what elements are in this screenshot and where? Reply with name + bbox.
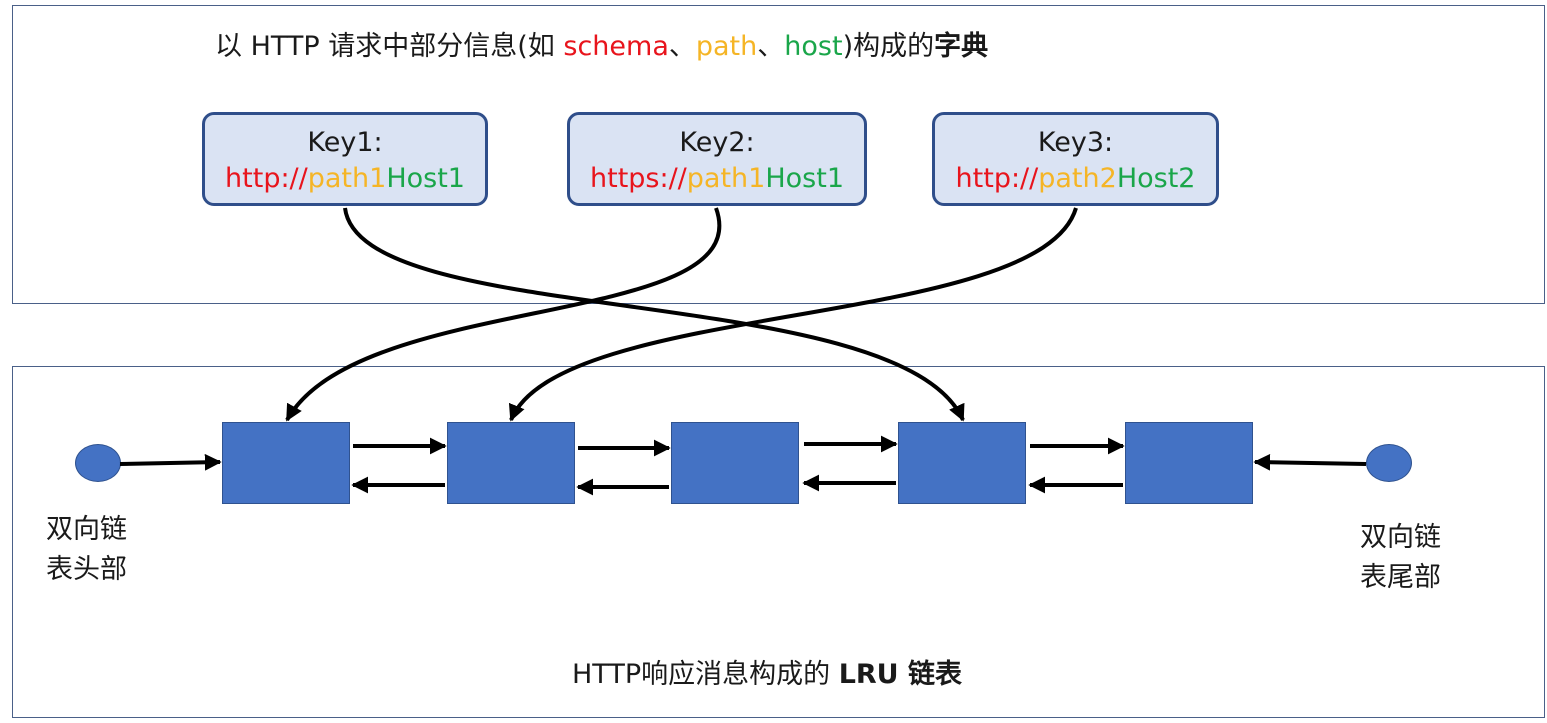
key3-to-node2-arrow [508,207,1078,422]
key2-to-node1-arrow [285,207,722,422]
head-pointer-arrow [119,453,222,471]
key1-to-node4-arrow [343,207,965,422]
list-tail-label-line: 双向链 [1360,522,1441,553]
lru-list-title: HTTP响应消息构成的 LRU 链表 [572,652,962,691]
list-head-label-line: 双向链 [46,514,127,545]
lru-title-emphasis: LRU 链表 [838,659,963,690]
list-tail-label: 双向链 表尾部 [1360,518,1441,598]
list-tail-label-line: 表尾部 [1360,562,1441,593]
tail-pointer-arrow [1253,453,1367,471]
link-arrows [119,207,1367,496]
lru-title-prefix: HTTP响应消息构成的 [572,659,839,690]
list-head-label: 双向链 表头部 [46,510,127,590]
list-head-label-line: 表头部 [46,554,127,585]
